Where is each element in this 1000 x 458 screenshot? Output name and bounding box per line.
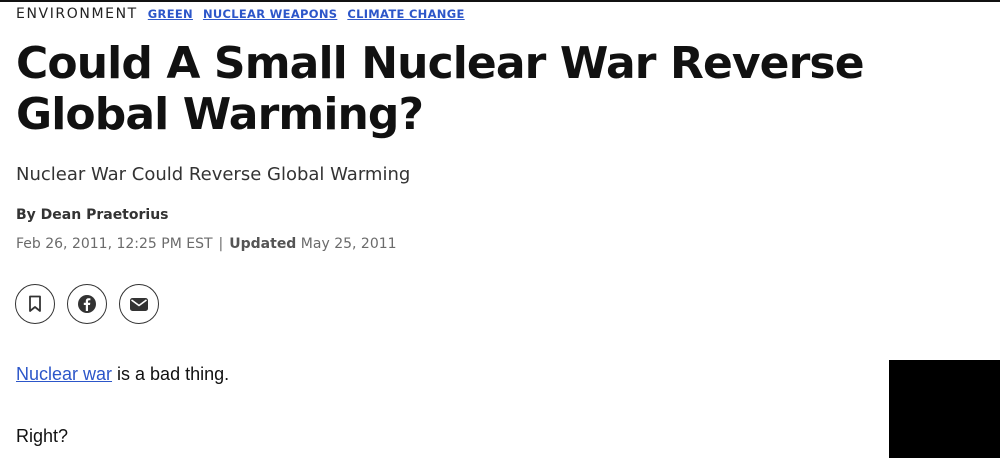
tag-climate-change[interactable]: CLIMATE CHANGE: [347, 7, 464, 21]
section-tag-bar: ENVIRONMENT GREEN NUCLEAR WEAPONS CLIMAT…: [16, 6, 465, 22]
article-subheadline: Nuclear War Could Reverse Global Warming: [16, 164, 411, 185]
tag-nuclear-weapons[interactable]: NUCLEAR WEAPONS: [203, 7, 337, 21]
article-dateline: Feb 26, 2011, 12:25 PM EST | Updated May 2…: [16, 236, 397, 252]
share-bar: [15, 284, 159, 324]
article-headline: Could A Small Nuclear War Reverse Global…: [16, 38, 865, 141]
updated-date: May 25, 2011: [300, 236, 397, 252]
bookmark-button[interactable]: [15, 284, 55, 324]
ad-placeholder: [889, 360, 1000, 458]
facebook-share-button[interactable]: [67, 284, 107, 324]
date-separator: |: [218, 236, 224, 252]
bookmark-icon: [29, 295, 41, 312]
published-date: Feb 26, 2011, 12:25 PM EST: [16, 236, 213, 252]
email-share-button[interactable]: [119, 284, 159, 324]
facebook-icon: [78, 295, 96, 313]
section-label[interactable]: ENVIRONMENT: [16, 6, 138, 22]
nuclear-war-link[interactable]: Nuclear war: [16, 364, 112, 384]
body-paragraph-1: Nuclear war is a bad thing.: [16, 364, 229, 385]
top-border: [0, 0, 1000, 2]
email-icon: [130, 297, 148, 311]
updated-label: Updated: [229, 236, 297, 252]
author-byline[interactable]: By Dean Praetorius: [16, 207, 169, 223]
tag-green[interactable]: GREEN: [148, 7, 193, 21]
paragraph-1-text: is a bad thing.: [112, 364, 230, 384]
body-paragraph-2: Right?: [16, 426, 69, 446]
